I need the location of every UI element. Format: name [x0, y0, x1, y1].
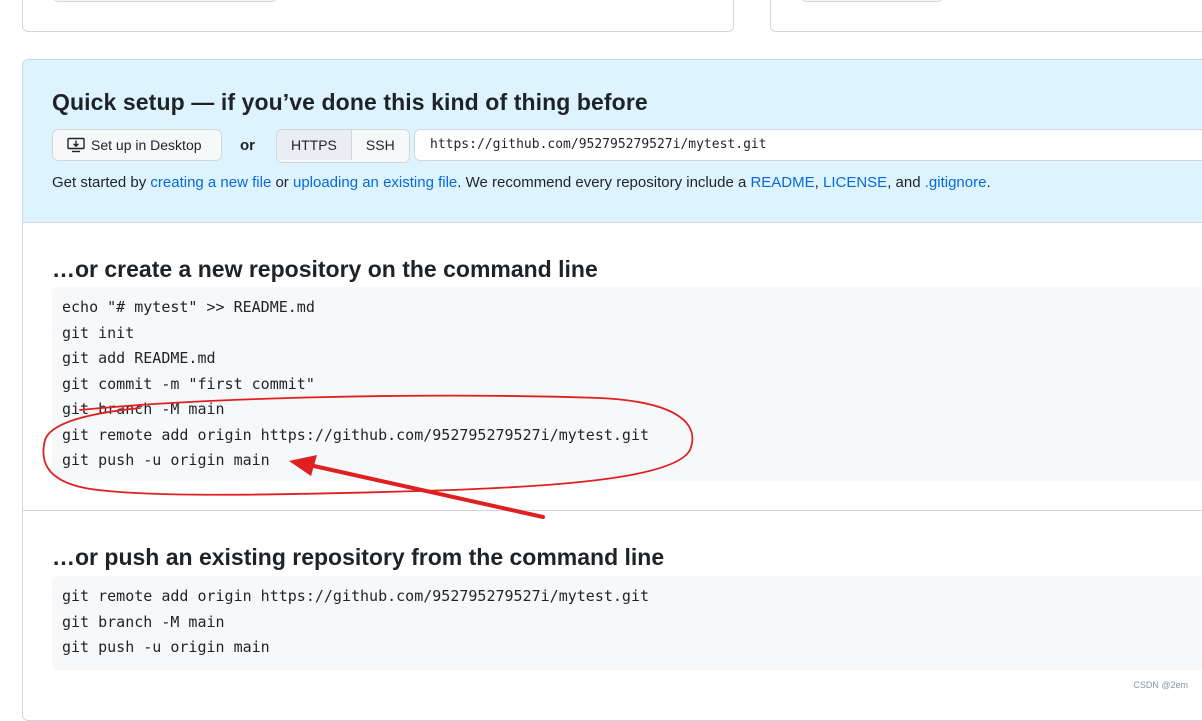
get-started-or: or: [271, 174, 293, 191]
code-line: git push -u origin main: [62, 638, 270, 656]
create-new-file-link[interactable]: creating a new file: [150, 174, 271, 191]
code-line: git init: [62, 323, 135, 342]
top-card-left-control[interactable]: [53, 0, 277, 2]
https-tab[interactable]: HTTPS: [277, 130, 352, 160]
clone-url-input[interactable]: https://github.com/952795279527i/mytest.…: [414, 129, 1202, 161]
quick-setup-section: Quick setup — if you’ve done this kind o…: [23, 60, 1202, 223]
create-repo-title: …or create a new repository on the comma…: [52, 256, 598, 282]
get-started-text: Get started by creating a new file or up…: [52, 174, 991, 191]
ssh-tab[interactable]: SSH: [352, 130, 409, 160]
create-repo-code-block[interactable]: echo "# mytest" >> README.md git init gi…: [52, 287, 1202, 481]
get-started-prefix: Get started by: [52, 174, 151, 191]
top-card-right: [770, 0, 1202, 32]
or-label: or: [240, 137, 255, 154]
top-card-right-control[interactable]: [801, 0, 943, 2]
setup-in-desktop-button[interactable]: Set up in Desktop: [52, 129, 222, 161]
code-line: git remote add origin https://github.com…: [62, 425, 649, 444]
get-started-sep2: , and: [887, 174, 925, 191]
get-started-sep1: ,: [814, 174, 823, 191]
gitignore-link[interactable]: .gitignore: [925, 174, 987, 191]
get-started-recommend: . We recommend every repository include …: [457, 174, 751, 191]
code-line: git add README.md: [62, 349, 216, 367]
watermark: CSDN @2em: [1133, 680, 1188, 690]
upload-existing-file-link[interactable]: uploading an existing file: [293, 174, 457, 191]
section-divider: [23, 510, 1202, 511]
protocol-toggle: HTTPS SSH: [276, 129, 410, 163]
readme-link[interactable]: README: [750, 174, 814, 191]
desktop-download-icon: [67, 137, 85, 153]
setup-panel: Quick setup — if you’ve done this kind o…: [22, 59, 1202, 721]
license-link[interactable]: LICENSE: [823, 174, 887, 191]
code-line: git push -u origin main: [62, 451, 270, 469]
setup-in-desktop-label: Set up in Desktop: [91, 137, 202, 153]
code-line: git remote add origin https://github.com…: [62, 587, 649, 605]
get-started-suffix: .: [986, 174, 991, 191]
code-line: echo "# mytest" >> README.md: [62, 298, 315, 316]
top-card-left: [22, 0, 734, 32]
code-line: git branch -M main: [62, 400, 225, 418]
push-existing-code-block[interactable]: git remote add origin https://github.com…: [52, 576, 1202, 670]
quick-setup-title: Quick setup — if you’ve done this kind o…: [52, 89, 648, 115]
code-line: git branch -M main: [62, 612, 225, 631]
push-existing-title: …or push an existing repository from the…: [52, 544, 665, 570]
code-line: git commit -m "first commit": [62, 374, 315, 393]
